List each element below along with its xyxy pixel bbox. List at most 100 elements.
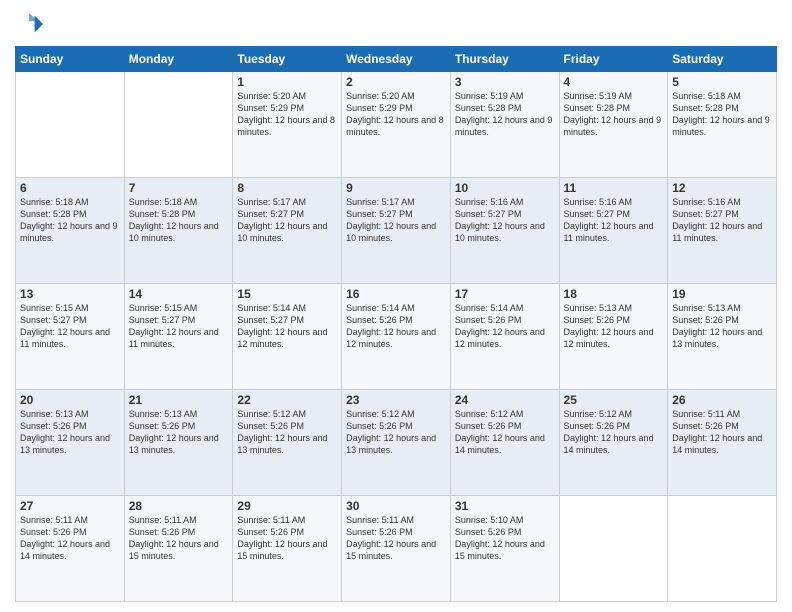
cell-info: Sunrise: 5:18 AM Sunset: 5:28 PM Dayligh… bbox=[672, 90, 772, 139]
day-number: 26 bbox=[672, 393, 772, 407]
cell-info: Sunrise: 5:20 AM Sunset: 5:29 PM Dayligh… bbox=[346, 90, 446, 139]
calendar-cell: 11Sunrise: 5:16 AM Sunset: 5:27 PM Dayli… bbox=[559, 178, 668, 284]
header-day-saturday: Saturday bbox=[668, 47, 777, 72]
calendar-cell: 24Sunrise: 5:12 AM Sunset: 5:26 PM Dayli… bbox=[450, 390, 559, 496]
calendar-cell: 6Sunrise: 5:18 AM Sunset: 5:28 PM Daylig… bbox=[16, 178, 125, 284]
cell-info: Sunrise: 5:14 AM Sunset: 5:26 PM Dayligh… bbox=[455, 302, 555, 351]
calendar-cell: 3Sunrise: 5:19 AM Sunset: 5:28 PM Daylig… bbox=[450, 72, 559, 178]
day-number: 21 bbox=[129, 393, 229, 407]
cell-info: Sunrise: 5:18 AM Sunset: 5:28 PM Dayligh… bbox=[20, 196, 120, 245]
calendar-cell bbox=[668, 496, 777, 602]
week-row-1: 1Sunrise: 5:20 AM Sunset: 5:29 PM Daylig… bbox=[16, 72, 777, 178]
day-number: 12 bbox=[672, 181, 772, 195]
calendar-cell: 30Sunrise: 5:11 AM Sunset: 5:26 PM Dayli… bbox=[342, 496, 451, 602]
day-number: 22 bbox=[237, 393, 337, 407]
calendar-cell: 31Sunrise: 5:10 AM Sunset: 5:26 PM Dayli… bbox=[450, 496, 559, 602]
cell-info: Sunrise: 5:12 AM Sunset: 5:26 PM Dayligh… bbox=[237, 408, 337, 457]
day-number: 19 bbox=[672, 287, 772, 301]
week-row-4: 20Sunrise: 5:13 AM Sunset: 5:26 PM Dayli… bbox=[16, 390, 777, 496]
calendar-cell: 7Sunrise: 5:18 AM Sunset: 5:28 PM Daylig… bbox=[124, 178, 233, 284]
cell-info: Sunrise: 5:17 AM Sunset: 5:27 PM Dayligh… bbox=[346, 196, 446, 245]
calendar-cell bbox=[16, 72, 125, 178]
cell-info: Sunrise: 5:14 AM Sunset: 5:27 PM Dayligh… bbox=[237, 302, 337, 351]
cell-info: Sunrise: 5:13 AM Sunset: 5:26 PM Dayligh… bbox=[672, 302, 772, 351]
day-number: 20 bbox=[20, 393, 120, 407]
week-row-3: 13Sunrise: 5:15 AM Sunset: 5:27 PM Dayli… bbox=[16, 284, 777, 390]
calendar-cell: 8Sunrise: 5:17 AM Sunset: 5:27 PM Daylig… bbox=[233, 178, 342, 284]
cell-info: Sunrise: 5:10 AM Sunset: 5:26 PM Dayligh… bbox=[455, 514, 555, 563]
calendar-cell: 2Sunrise: 5:20 AM Sunset: 5:29 PM Daylig… bbox=[342, 72, 451, 178]
day-number: 27 bbox=[20, 499, 120, 513]
calendar-cell bbox=[124, 72, 233, 178]
day-number: 23 bbox=[346, 393, 446, 407]
cell-info: Sunrise: 5:11 AM Sunset: 5:26 PM Dayligh… bbox=[672, 408, 772, 457]
day-number: 15 bbox=[237, 287, 337, 301]
cell-info: Sunrise: 5:17 AM Sunset: 5:27 PM Dayligh… bbox=[237, 196, 337, 245]
cell-info: Sunrise: 5:16 AM Sunset: 5:27 PM Dayligh… bbox=[672, 196, 772, 245]
calendar-cell: 28Sunrise: 5:11 AM Sunset: 5:26 PM Dayli… bbox=[124, 496, 233, 602]
day-number: 4 bbox=[564, 75, 664, 89]
week-row-2: 6Sunrise: 5:18 AM Sunset: 5:28 PM Daylig… bbox=[16, 178, 777, 284]
day-number: 9 bbox=[346, 181, 446, 195]
calendar-cell: 12Sunrise: 5:16 AM Sunset: 5:27 PM Dayli… bbox=[668, 178, 777, 284]
calendar-cell: 22Sunrise: 5:12 AM Sunset: 5:26 PM Dayli… bbox=[233, 390, 342, 496]
cell-info: Sunrise: 5:12 AM Sunset: 5:26 PM Dayligh… bbox=[564, 408, 664, 457]
day-number: 31 bbox=[455, 499, 555, 513]
page: SundayMondayTuesdayWednesdayThursdayFrid… bbox=[0, 0, 792, 612]
cell-info: Sunrise: 5:11 AM Sunset: 5:26 PM Dayligh… bbox=[237, 514, 337, 563]
cell-info: Sunrise: 5:13 AM Sunset: 5:26 PM Dayligh… bbox=[20, 408, 120, 457]
day-number: 10 bbox=[455, 181, 555, 195]
header-day-friday: Friday bbox=[559, 47, 668, 72]
day-number: 1 bbox=[237, 75, 337, 89]
cell-info: Sunrise: 5:19 AM Sunset: 5:28 PM Dayligh… bbox=[564, 90, 664, 139]
header-row: SundayMondayTuesdayWednesdayThursdayFrid… bbox=[16, 47, 777, 72]
calendar-cell: 18Sunrise: 5:13 AM Sunset: 5:26 PM Dayli… bbox=[559, 284, 668, 390]
calendar-cell: 19Sunrise: 5:13 AM Sunset: 5:26 PM Dayli… bbox=[668, 284, 777, 390]
header-day-monday: Monday bbox=[124, 47, 233, 72]
day-number: 8 bbox=[237, 181, 337, 195]
cell-info: Sunrise: 5:15 AM Sunset: 5:27 PM Dayligh… bbox=[129, 302, 229, 351]
calendar-cell: 14Sunrise: 5:15 AM Sunset: 5:27 PM Dayli… bbox=[124, 284, 233, 390]
cell-info: Sunrise: 5:19 AM Sunset: 5:28 PM Dayligh… bbox=[455, 90, 555, 139]
day-number: 18 bbox=[564, 287, 664, 301]
day-number: 14 bbox=[129, 287, 229, 301]
calendar-cell: 1Sunrise: 5:20 AM Sunset: 5:29 PM Daylig… bbox=[233, 72, 342, 178]
cell-info: Sunrise: 5:20 AM Sunset: 5:29 PM Dayligh… bbox=[237, 90, 337, 139]
header-day-thursday: Thursday bbox=[450, 47, 559, 72]
calendar-cell: 10Sunrise: 5:16 AM Sunset: 5:27 PM Dayli… bbox=[450, 178, 559, 284]
day-number: 16 bbox=[346, 287, 446, 301]
logo-icon bbox=[15, 10, 43, 38]
cell-info: Sunrise: 5:12 AM Sunset: 5:26 PM Dayligh… bbox=[455, 408, 555, 457]
calendar-cell: 15Sunrise: 5:14 AM Sunset: 5:27 PM Dayli… bbox=[233, 284, 342, 390]
week-row-5: 27Sunrise: 5:11 AM Sunset: 5:26 PM Dayli… bbox=[16, 496, 777, 602]
cell-info: Sunrise: 5:16 AM Sunset: 5:27 PM Dayligh… bbox=[564, 196, 664, 245]
cell-info: Sunrise: 5:15 AM Sunset: 5:27 PM Dayligh… bbox=[20, 302, 120, 351]
day-number: 5 bbox=[672, 75, 772, 89]
calendar-cell: 23Sunrise: 5:12 AM Sunset: 5:26 PM Dayli… bbox=[342, 390, 451, 496]
calendar-cell: 13Sunrise: 5:15 AM Sunset: 5:27 PM Dayli… bbox=[16, 284, 125, 390]
calendar-cell: 25Sunrise: 5:12 AM Sunset: 5:26 PM Dayli… bbox=[559, 390, 668, 496]
calendar-cell bbox=[559, 496, 668, 602]
calendar-cell: 4Sunrise: 5:19 AM Sunset: 5:28 PM Daylig… bbox=[559, 72, 668, 178]
day-number: 28 bbox=[129, 499, 229, 513]
cell-info: Sunrise: 5:13 AM Sunset: 5:26 PM Dayligh… bbox=[564, 302, 664, 351]
cell-info: Sunrise: 5:18 AM Sunset: 5:28 PM Dayligh… bbox=[129, 196, 229, 245]
header-day-sunday: Sunday bbox=[16, 47, 125, 72]
header-day-wednesday: Wednesday bbox=[342, 47, 451, 72]
cell-info: Sunrise: 5:11 AM Sunset: 5:26 PM Dayligh… bbox=[20, 514, 120, 563]
calendar-cell: 17Sunrise: 5:14 AM Sunset: 5:26 PM Dayli… bbox=[450, 284, 559, 390]
header-day-tuesday: Tuesday bbox=[233, 47, 342, 72]
day-number: 30 bbox=[346, 499, 446, 513]
cell-info: Sunrise: 5:11 AM Sunset: 5:26 PM Dayligh… bbox=[129, 514, 229, 563]
day-number: 17 bbox=[455, 287, 555, 301]
cell-info: Sunrise: 5:12 AM Sunset: 5:26 PM Dayligh… bbox=[346, 408, 446, 457]
cell-info: Sunrise: 5:14 AM Sunset: 5:26 PM Dayligh… bbox=[346, 302, 446, 351]
day-number: 6 bbox=[20, 181, 120, 195]
calendar-cell: 20Sunrise: 5:13 AM Sunset: 5:26 PM Dayli… bbox=[16, 390, 125, 496]
calendar-table: SundayMondayTuesdayWednesdayThursdayFrid… bbox=[15, 46, 777, 602]
calendar-cell: 9Sunrise: 5:17 AM Sunset: 5:27 PM Daylig… bbox=[342, 178, 451, 284]
calendar-cell: 21Sunrise: 5:13 AM Sunset: 5:26 PM Dayli… bbox=[124, 390, 233, 496]
day-number: 25 bbox=[564, 393, 664, 407]
calendar-cell: 29Sunrise: 5:11 AM Sunset: 5:26 PM Dayli… bbox=[233, 496, 342, 602]
day-number: 29 bbox=[237, 499, 337, 513]
